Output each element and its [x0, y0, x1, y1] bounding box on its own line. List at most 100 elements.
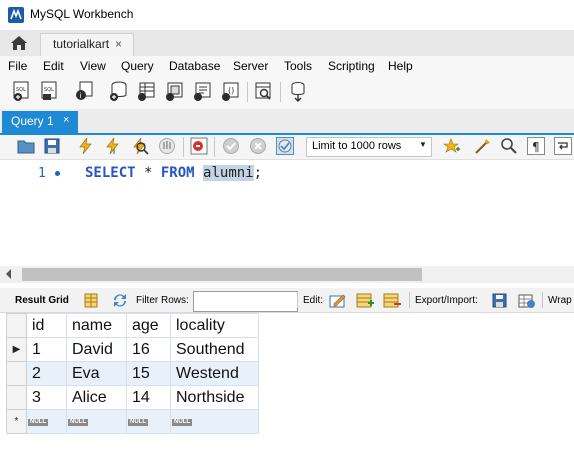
cell-id[interactable]: 2 — [26, 361, 67, 386]
menu-server[interactable]: Server — [233, 59, 268, 73]
export-import-label: Export/Import: — [415, 295, 478, 306]
keyword-from: FROM — [160, 165, 195, 181]
null-badge: NULL — [68, 419, 88, 426]
explain-icon[interactable] — [131, 137, 149, 155]
null-badge: NULL — [28, 419, 48, 426]
beautify-icon[interactable] — [474, 137, 492, 155]
new-sql-tab-icon[interactable]: SQL — [12, 80, 32, 102]
menu-query[interactable]: Query — [121, 59, 154, 73]
svg-text:SQL: SQL — [44, 87, 54, 93]
wrap-cell-content-label: Wrap — [548, 295, 572, 306]
null-badge: NULL — [172, 419, 192, 426]
open-sql-file-icon[interactable]: SQL — [40, 80, 60, 102]
column-header-id[interactable]: id — [26, 313, 67, 338]
table-name-selection: alumni — [203, 165, 254, 181]
open-folder-icon[interactable] — [17, 137, 35, 155]
cell-name[interactable]: David — [66, 337, 127, 362]
result-grid-tab[interactable]: Result Grid — [15, 295, 69, 306]
delete-row-icon[interactable] — [383, 292, 401, 309]
svg-text:i: i — [80, 92, 82, 100]
create-view-icon[interactable] — [164, 80, 184, 102]
add-snippet-icon[interactable] — [443, 137, 461, 155]
scroll-left-icon[interactable] — [5, 268, 13, 280]
null-cell-locality[interactable]: NULL — [170, 409, 259, 434]
cell-locality[interactable]: Southend — [170, 337, 259, 362]
execute-current-statement-icon[interactable]: I — [104, 137, 122, 155]
menu-help[interactable]: Help — [388, 59, 413, 73]
create-schema-icon[interactable] — [108, 80, 128, 102]
cell-age[interactable]: 15 — [126, 361, 171, 386]
menu-file[interactable]: File — [8, 59, 27, 73]
cell-name[interactable]: Alice — [66, 385, 127, 410]
column-header-age[interactable]: age — [126, 313, 171, 338]
row-header[interactable] — [6, 385, 27, 410]
insert-row-icon[interactable] — [356, 292, 374, 309]
sql-star: * — [135, 165, 161, 181]
search-table-data-icon[interactable] — [254, 80, 274, 102]
window-title: MySQL Workbench — [30, 7, 134, 21]
cell-age[interactable]: 14 — [126, 385, 171, 410]
null-cell-age[interactable]: NULL — [126, 409, 171, 434]
column-header-locality[interactable]: locality — [170, 313, 259, 338]
filter-rows-input[interactable] — [193, 291, 298, 312]
menu-view[interactable]: View — [80, 59, 106, 73]
rollback-icon[interactable] — [249, 137, 267, 155]
connection-tab-close-button[interactable]: × — [115, 37, 122, 51]
connection-tab-label: tutorialkart — [53, 37, 110, 51]
scrollbar-thumb[interactable] — [22, 268, 422, 281]
export-icon[interactable] — [491, 292, 509, 309]
sql-semicolon: ; — [253, 165, 263, 181]
cell-locality[interactable]: Westend — [170, 361, 259, 386]
new-row-marker[interactable]: * — [6, 409, 27, 434]
row-header-corner[interactable] — [6, 313, 27, 338]
line-number: 1 — [38, 166, 46, 181]
cell-id[interactable]: 3 — [26, 385, 67, 410]
edit-label: Edit: — [303, 295, 324, 306]
query-tab-bar — [0, 109, 574, 135]
stop-query-icon[interactable] — [158, 137, 176, 155]
refresh-icon[interactable] — [111, 292, 129, 309]
toolbar-separator — [297, 292, 298, 308]
home-icon[interactable] — [9, 34, 29, 52]
import-icon[interactable] — [518, 292, 536, 309]
create-table-icon[interactable] — [136, 80, 156, 102]
null-cell-id[interactable]: NULL — [26, 409, 67, 434]
execute-icon[interactable] — [77, 137, 95, 155]
menu-scripting[interactable]: Scripting — [328, 59, 375, 73]
svg-text:¶: ¶ — [532, 140, 540, 154]
current-row-indicator-icon[interactable]: ▶ — [6, 337, 27, 362]
edit-current-row-icon[interactable] — [329, 292, 347, 309]
cell-name[interactable]: Eva — [66, 361, 127, 386]
find-icon[interactable] — [500, 137, 518, 155]
column-header-name[interactable]: name — [66, 313, 127, 338]
inspector-icon[interactable]: i — [74, 80, 94, 102]
chevron-down-icon[interactable]: ▼ — [419, 140, 427, 149]
table-row[interactable]: ▶ 1 David 16 Southend — [6, 337, 259, 362]
grid-view-icon[interactable] — [82, 292, 100, 309]
toolbar-separator — [214, 137, 215, 157]
null-cell-name[interactable]: NULL — [66, 409, 127, 434]
sql-statement[interactable]: SELECT * FROM alumni; — [85, 165, 262, 181]
create-function-icon[interactable]: () — [220, 80, 240, 102]
table-row[interactable]: 2 Eva 15 Westend — [6, 361, 259, 386]
menu-database[interactable]: Database — [169, 59, 220, 73]
commit-icon[interactable] — [222, 137, 240, 155]
invisible-characters-icon[interactable]: ¶ — [527, 137, 545, 155]
new-row[interactable]: * NULL NULL NULL NULL — [6, 409, 259, 434]
menu-tools[interactable]: Tools — [284, 59, 312, 73]
toolbar-separator — [280, 82, 281, 102]
cell-age[interactable]: 16 — [126, 337, 171, 362]
reconnect-icon[interactable] — [288, 80, 308, 102]
row-header[interactable] — [6, 361, 27, 386]
cell-locality[interactable]: Northside — [170, 385, 259, 410]
query-tab-close-button[interactable]: × — [63, 114, 69, 126]
word-wrap-icon[interactable] — [554, 137, 572, 155]
autocommit-toggle-icon[interactable] — [276, 137, 294, 155]
cell-id[interactable]: 1 — [26, 337, 67, 362]
query-tab-label: Query 1 — [11, 114, 54, 128]
table-row[interactable]: 3 Alice 14 Northside — [6, 385, 259, 410]
menu-edit[interactable]: Edit — [43, 59, 64, 73]
create-procedure-icon[interactable] — [192, 80, 212, 102]
save-icon[interactable] — [43, 137, 61, 155]
toggle-stop-on-error-icon[interactable] — [190, 137, 208, 155]
